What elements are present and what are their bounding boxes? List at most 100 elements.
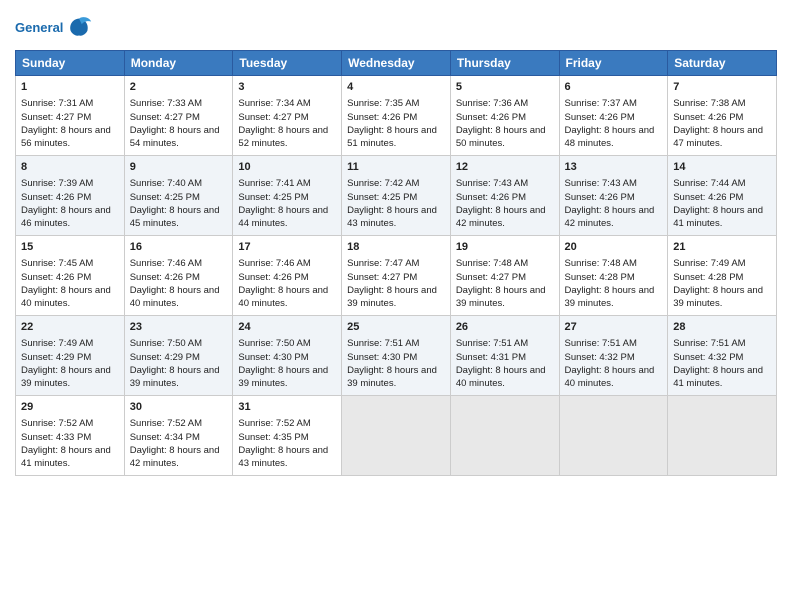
calendar-cell: 9Sunrise: 7:40 AMSunset: 4:25 PMDaylight… [124,156,233,236]
daylight-label: Daylight: 8 hours and 40 minutes. [130,285,220,309]
week-row-4: 22 Sunrise: 7:49 AM Sunset: 4:29 PM Dayligh… [16,316,777,396]
sunset-label: Sunset: 4:29 PM [21,352,91,363]
sunset-label: Sunset: 4:26 PM [673,112,743,123]
sunrise-label: Sunrise: 7:40 AM [130,178,202,189]
day-number: 5 [456,80,554,95]
calendar-cell: 26Sunrise: 7:51 AMSunset: 4:31 PMDayligh… [450,316,559,396]
sunset-label: Sunset: 4:32 PM [673,352,743,363]
day-number: 15 [21,240,119,255]
sunrise-label: Sunrise: 7:36 AM [456,98,528,109]
day-number: 16 [130,240,228,255]
daylight-label: Daylight: 8 hours and 43 minutes. [238,445,328,469]
sunset-label: Sunset: 4:32 PM [565,352,635,363]
calendar-table: SundayMondayTuesdayWednesdayThursdayFrid… [15,50,777,476]
daylight-label: Daylight: 8 hours and 39 minutes. [21,365,111,389]
week-row-1: 1 Sunrise: 7:31 AM Sunset: 4:27 PM Daylight… [16,76,777,156]
day-number: 29 [21,400,119,415]
daylight-label: Daylight: 8 hours and 40 minutes. [565,365,655,389]
daylight-label: Daylight: 8 hours and 41 minutes. [673,205,763,229]
logo-text: General [15,21,63,35]
sunrise-label: Sunrise: 7:49 AM [673,258,745,269]
week-row-2: 8Sunrise: 7:39 AMSunset: 4:26 PMDaylight… [16,156,777,236]
calendar-cell [668,396,777,476]
logo: General [15,14,93,42]
day-number: 19 [456,240,554,255]
sunrise-label: Sunrise: 7:31 AM [21,98,93,109]
daylight-label: Daylight: 8 hours and 40 minutes. [21,285,111,309]
calendar-cell: 31Sunrise: 7:52 AMSunset: 4:35 PMDayligh… [233,396,342,476]
sunrise-label: Sunrise: 7:51 AM [347,338,419,349]
daylight-label: Daylight: 8 hours and 43 minutes. [347,205,437,229]
daylight-label: Daylight: 8 hours and 40 minutes. [238,285,328,309]
sunrise-label: Sunrise: 7:48 AM [456,258,528,269]
sunset-label: Sunset: 4:28 PM [673,272,743,283]
calendar-cell [450,396,559,476]
calendar-cell: 29Sunrise: 7:52 AMSunset: 4:33 PMDayligh… [16,396,125,476]
day-number: 27 [565,320,663,335]
day-number: 18 [347,240,445,255]
sunrise-label: Sunrise: 7:39 AM [21,178,93,189]
calendar-cell: 10Sunrise: 7:41 AMSunset: 4:25 PMDayligh… [233,156,342,236]
calendar-cell: 8Sunrise: 7:39 AMSunset: 4:26 PMDaylight… [16,156,125,236]
sunset-label: Sunset: 4:30 PM [238,352,308,363]
calendar-cell: 2Sunrise: 7:33 AMSunset: 4:27 PMDaylight… [124,76,233,156]
sunset-label: Sunset: 4:27 PM [347,272,417,283]
sunrise-label: Sunrise: 7:35 AM [347,98,419,109]
day-number: 7 [673,80,771,95]
calendar-cell: 24Sunrise: 7:50 AMSunset: 4:30 PMDayligh… [233,316,342,396]
daylight-label: Daylight: 8 hours and 39 minutes. [130,365,220,389]
calendar-cell: 18Sunrise: 7:47 AMSunset: 4:27 PMDayligh… [342,236,451,316]
daylight-label: Daylight: 8 hours and 42 minutes. [456,205,546,229]
sunrise-label: Sunrise: 7:42 AM [347,178,419,189]
day-number: 20 [565,240,663,255]
daylight-label: Daylight: 8 hours and 39 minutes. [565,285,655,309]
col-header-monday: Monday [124,51,233,76]
sunrise-label: Sunrise: 7:52 AM [238,418,310,429]
sunset-label: Sunset: 4:27 PM [130,112,200,123]
day-number: 6 [565,80,663,95]
sunrise-label: Sunrise: 7:50 AM [238,338,310,349]
calendar-cell: 7Sunrise: 7:38 AMSunset: 4:26 PMDaylight… [668,76,777,156]
sunrise-label: Sunrise: 7:47 AM [347,258,419,269]
calendar-cell: 19Sunrise: 7:48 AMSunset: 4:27 PMDayligh… [450,236,559,316]
daylight-label: Daylight: 8 hours and 52 minutes. [238,125,328,149]
calendar-cell: 15Sunrise: 7:45 AMSunset: 4:26 PMDayligh… [16,236,125,316]
sunset-label: Sunset: 4:31 PM [456,352,526,363]
sunset-label: Sunset: 4:29 PM [130,352,200,363]
sunset-label: Sunset: 4:35 PM [238,432,308,443]
daylight-label: Daylight: 8 hours and 51 minutes. [347,125,437,149]
sunset-label: Sunset: 4:26 PM [565,112,635,123]
daylight-label: Daylight: 8 hours and 47 minutes. [673,125,763,149]
sunset-label: Sunset: 4:34 PM [130,432,200,443]
calendar-cell: 17Sunrise: 7:46 AMSunset: 4:26 PMDayligh… [233,236,342,316]
sunset-label: Sunset: 4:27 PM [238,112,308,123]
day-number: 25 [347,320,445,335]
sunrise-label: Sunrise: 7:34 AM [238,98,310,109]
sunrise-label: Sunrise: 7:49 AM [21,338,93,349]
day-number: 12 [456,160,554,175]
calendar-cell [559,396,668,476]
daylight-label: Daylight: 8 hours and 54 minutes. [130,125,220,149]
daylight-label: Daylight: 8 hours and 44 minutes. [238,205,328,229]
col-header-sunday: Sunday [16,51,125,76]
sunrise-label: Sunrise: 7:51 AM [673,338,745,349]
col-header-saturday: Saturday [668,51,777,76]
page: General SundayMondayTuesdayWednesdayThur… [0,0,792,612]
sunrise-label: Sunrise: 7:43 AM [565,178,637,189]
day-number: 1 [21,80,119,95]
day-number: 24 [238,320,336,335]
col-header-thursday: Thursday [450,51,559,76]
day-number: 22 [21,320,119,335]
sunrise-label: Sunrise: 7:33 AM [130,98,202,109]
col-header-friday: Friday [559,51,668,76]
daylight-label: Daylight: 8 hours and 40 minutes. [456,365,546,389]
col-header-tuesday: Tuesday [233,51,342,76]
daylight-label: Daylight: 8 hours and 42 minutes. [565,205,655,229]
calendar-cell: 5Sunrise: 7:36 AMSunset: 4:26 PMDaylight… [450,76,559,156]
sunset-label: Sunset: 4:26 PM [456,112,526,123]
daylight-label: Daylight: 8 hours and 39 minutes. [347,365,437,389]
calendar-cell: 14Sunrise: 7:44 AMSunset: 4:26 PMDayligh… [668,156,777,236]
calendar-cell: 3Sunrise: 7:34 AMSunset: 4:27 PMDaylight… [233,76,342,156]
calendar-cell: 27 Sunrise: 7:51 AM Sunset: 4:32 PM Dayligh… [559,316,668,396]
sunrise-label: Sunrise: 7:51 AM [565,338,637,349]
